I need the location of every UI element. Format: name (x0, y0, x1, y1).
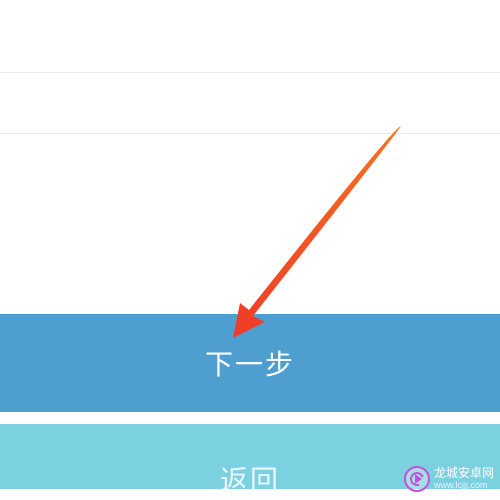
next-button[interactable]: 下一步 (0, 314, 500, 412)
back-button[interactable]: 返回 (0, 424, 500, 489)
button-gap (0, 412, 500, 424)
back-button-label: 返回 (220, 459, 280, 499)
header-area (0, 0, 500, 72)
next-button-label: 下一步 (205, 343, 295, 383)
form-row (0, 73, 500, 133)
content-spacer (0, 134, 500, 314)
